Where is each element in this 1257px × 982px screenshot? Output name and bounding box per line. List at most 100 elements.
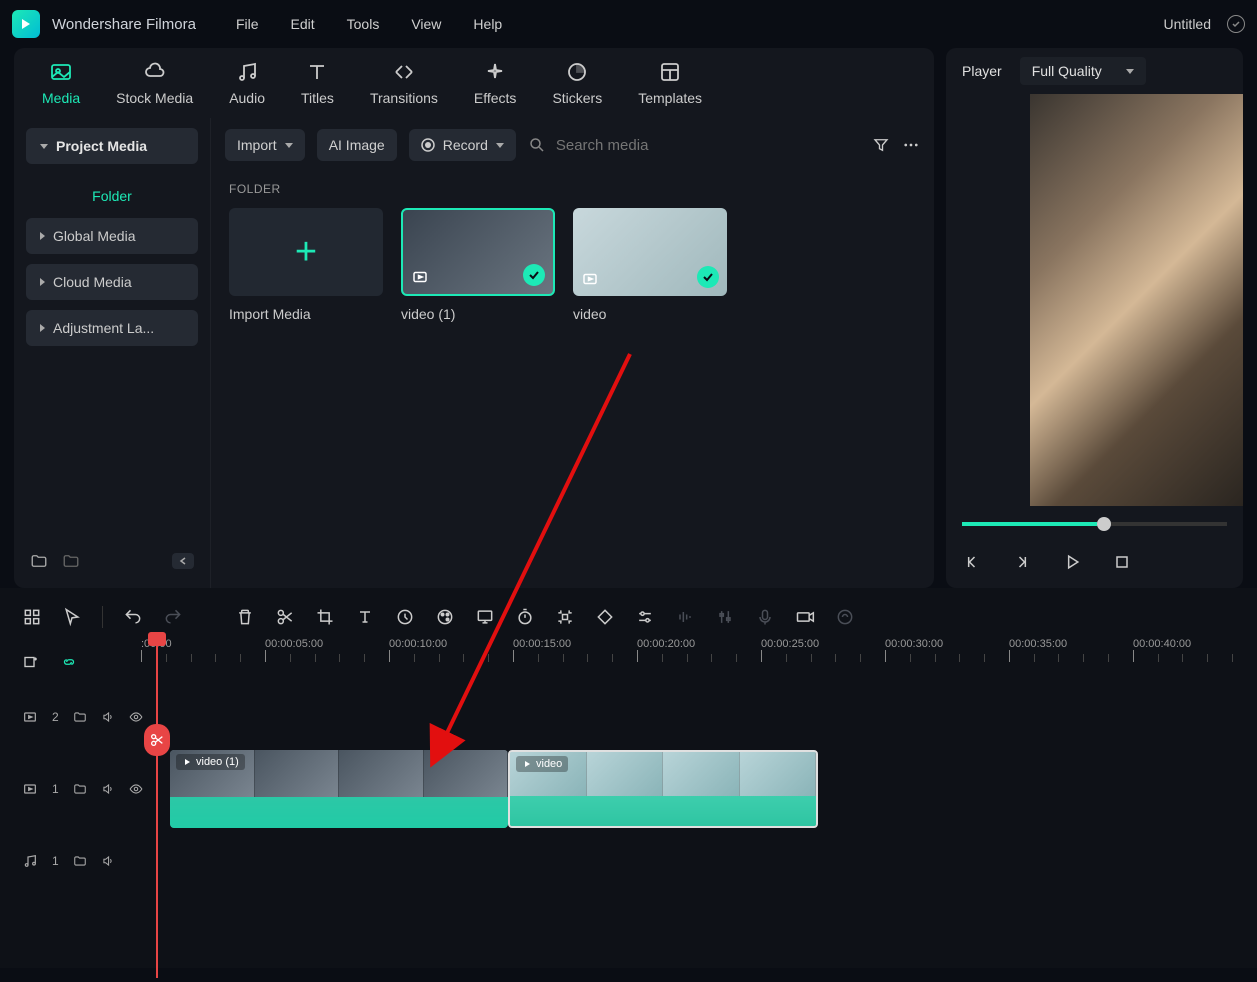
titlebar: Wondershare Filmora File Edit Tools View… [0, 0, 1257, 48]
import-media-tile[interactable]: + Import Media [229, 208, 383, 322]
folder-icon[interactable] [73, 782, 87, 796]
eye-icon[interactable] [129, 782, 143, 796]
speaker-icon[interactable] [101, 854, 115, 868]
speaker-icon[interactable] [101, 710, 115, 724]
text-icon [305, 60, 329, 84]
filter-icon[interactable] [872, 136, 890, 154]
menu-tools[interactable]: Tools [347, 16, 380, 32]
speed-button[interactable] [395, 607, 415, 627]
tab-audio[interactable]: Audio [229, 60, 265, 106]
progress-handle[interactable] [1097, 517, 1111, 531]
chevron-right-icon [40, 278, 45, 286]
folder-new-icon[interactable] [30, 552, 48, 570]
sidebar-item-project-media[interactable]: Project Media [26, 128, 198, 164]
ai-image-button[interactable]: AI Image [317, 129, 397, 161]
undo-button[interactable] [123, 607, 143, 627]
track-lane[interactable] [170, 830, 1257, 892]
link-button[interactable] [60, 653, 78, 671]
sidebar-item-global-media[interactable]: Global Media [26, 218, 198, 254]
track-lane[interactable]: video (1) video [170, 748, 1257, 830]
media-thumb[interactable]: video [573, 208, 727, 322]
ruler-label: 00:00:10:00 [389, 638, 513, 650]
timeline-ruler[interactable]: :00:00 00:00:05:00 00:00:10:00 00:00:15:… [141, 638, 1257, 686]
tab-stickers[interactable]: Stickers [552, 60, 602, 106]
next-frame-button[interactable] [1012, 552, 1032, 572]
tab-audio-label: Audio [229, 90, 265, 106]
music-icon [235, 60, 259, 84]
import-label: Import [237, 137, 277, 153]
text-tool-button[interactable] [355, 607, 375, 627]
sidebar-folder-label[interactable]: Folder [26, 174, 198, 218]
preview-viewport[interactable] [1030, 94, 1243, 506]
track-number: 1 [52, 854, 59, 868]
cursor-tool-icon[interactable] [62, 607, 82, 627]
prev-frame-button[interactable] [962, 552, 982, 572]
menu-help[interactable]: Help [473, 16, 502, 32]
tab-transitions[interactable]: Transitions [370, 60, 438, 106]
grid-tool-icon[interactable] [22, 607, 42, 627]
audio-tool-icon[interactable] [675, 607, 695, 627]
folder-icon[interactable] [73, 710, 87, 724]
tab-templates[interactable]: Templates [638, 60, 702, 106]
menu-edit[interactable]: Edit [291, 16, 315, 32]
chevron-down-icon [1126, 69, 1134, 74]
track-v1: 1 video (1) [22, 748, 1257, 830]
track-motion-button[interactable] [555, 607, 575, 627]
track-number: 1 [52, 782, 59, 796]
crop-button[interactable] [315, 607, 335, 627]
stop-button[interactable] [1112, 552, 1132, 572]
playhead[interactable] [156, 638, 158, 978]
cloud-status-icon[interactable] [1227, 15, 1245, 33]
record-button[interactable]: Record [409, 129, 516, 161]
sidebar-item-cloud-media[interactable]: Cloud Media [26, 264, 198, 300]
playhead-handle[interactable] [148, 632, 166, 646]
track-lane[interactable] [170, 686, 1257, 748]
track-number: 2 [52, 710, 59, 724]
tab-stock-media[interactable]: Stock Media [116, 60, 193, 106]
project-title[interactable]: Untitled [1164, 16, 1211, 32]
delete-button[interactable] [235, 607, 255, 627]
ruler-label: 00:00:15:00 [513, 638, 637, 650]
tab-effects[interactable]: Effects [474, 60, 517, 106]
timeline-clip[interactable]: video (1) [170, 750, 508, 828]
import-button[interactable]: Import [225, 129, 305, 161]
chevron-down-icon [285, 143, 293, 148]
folder-icon[interactable] [62, 552, 80, 570]
search-input[interactable] [556, 137, 860, 154]
quality-select[interactable]: Full Quality [1020, 57, 1146, 85]
play-button[interactable] [1062, 552, 1082, 572]
tab-media[interactable]: Media [42, 60, 80, 106]
mixer-icon[interactable] [715, 607, 735, 627]
clip-name-label: video (1) [176, 754, 245, 770]
playhead-split-button[interactable] [144, 724, 170, 756]
timeline-clip-selected[interactable]: video [508, 750, 818, 828]
export-icon[interactable] [835, 607, 855, 627]
eye-icon[interactable] [129, 710, 143, 724]
menu-view[interactable]: View [411, 16, 441, 32]
keyframe-button[interactable] [595, 607, 615, 627]
adjust-button[interactable] [635, 607, 655, 627]
player-progress[interactable] [962, 522, 1227, 526]
timer-button[interactable] [515, 607, 535, 627]
media-thumb[interactable]: video (1) [401, 208, 555, 322]
sidebar-item-adjustment-layers[interactable]: Adjustment La... [26, 310, 198, 346]
screen-button[interactable] [475, 607, 495, 627]
sidebar-item-label: Global Media [53, 228, 136, 244]
tab-titles[interactable]: Titles [301, 60, 334, 106]
folder-icon[interactable] [73, 854, 87, 868]
voice-icon[interactable] [755, 607, 775, 627]
color-button[interactable] [435, 607, 455, 627]
menu-file[interactable]: File [236, 16, 259, 32]
clip-name-label: video [516, 756, 568, 772]
record-icon [421, 138, 435, 152]
speaker-icon[interactable] [101, 782, 115, 796]
ruler-label: 00:00:35:00 [1009, 638, 1133, 650]
split-button[interactable] [275, 607, 295, 627]
add-track-button[interactable] [22, 653, 40, 671]
image-icon [49, 60, 73, 84]
check-badge-icon [523, 264, 545, 286]
render-button[interactable] [795, 607, 815, 627]
redo-button[interactable] [163, 607, 183, 627]
more-icon[interactable] [902, 136, 920, 154]
collapse-sidebar-button[interactable] [172, 553, 194, 569]
